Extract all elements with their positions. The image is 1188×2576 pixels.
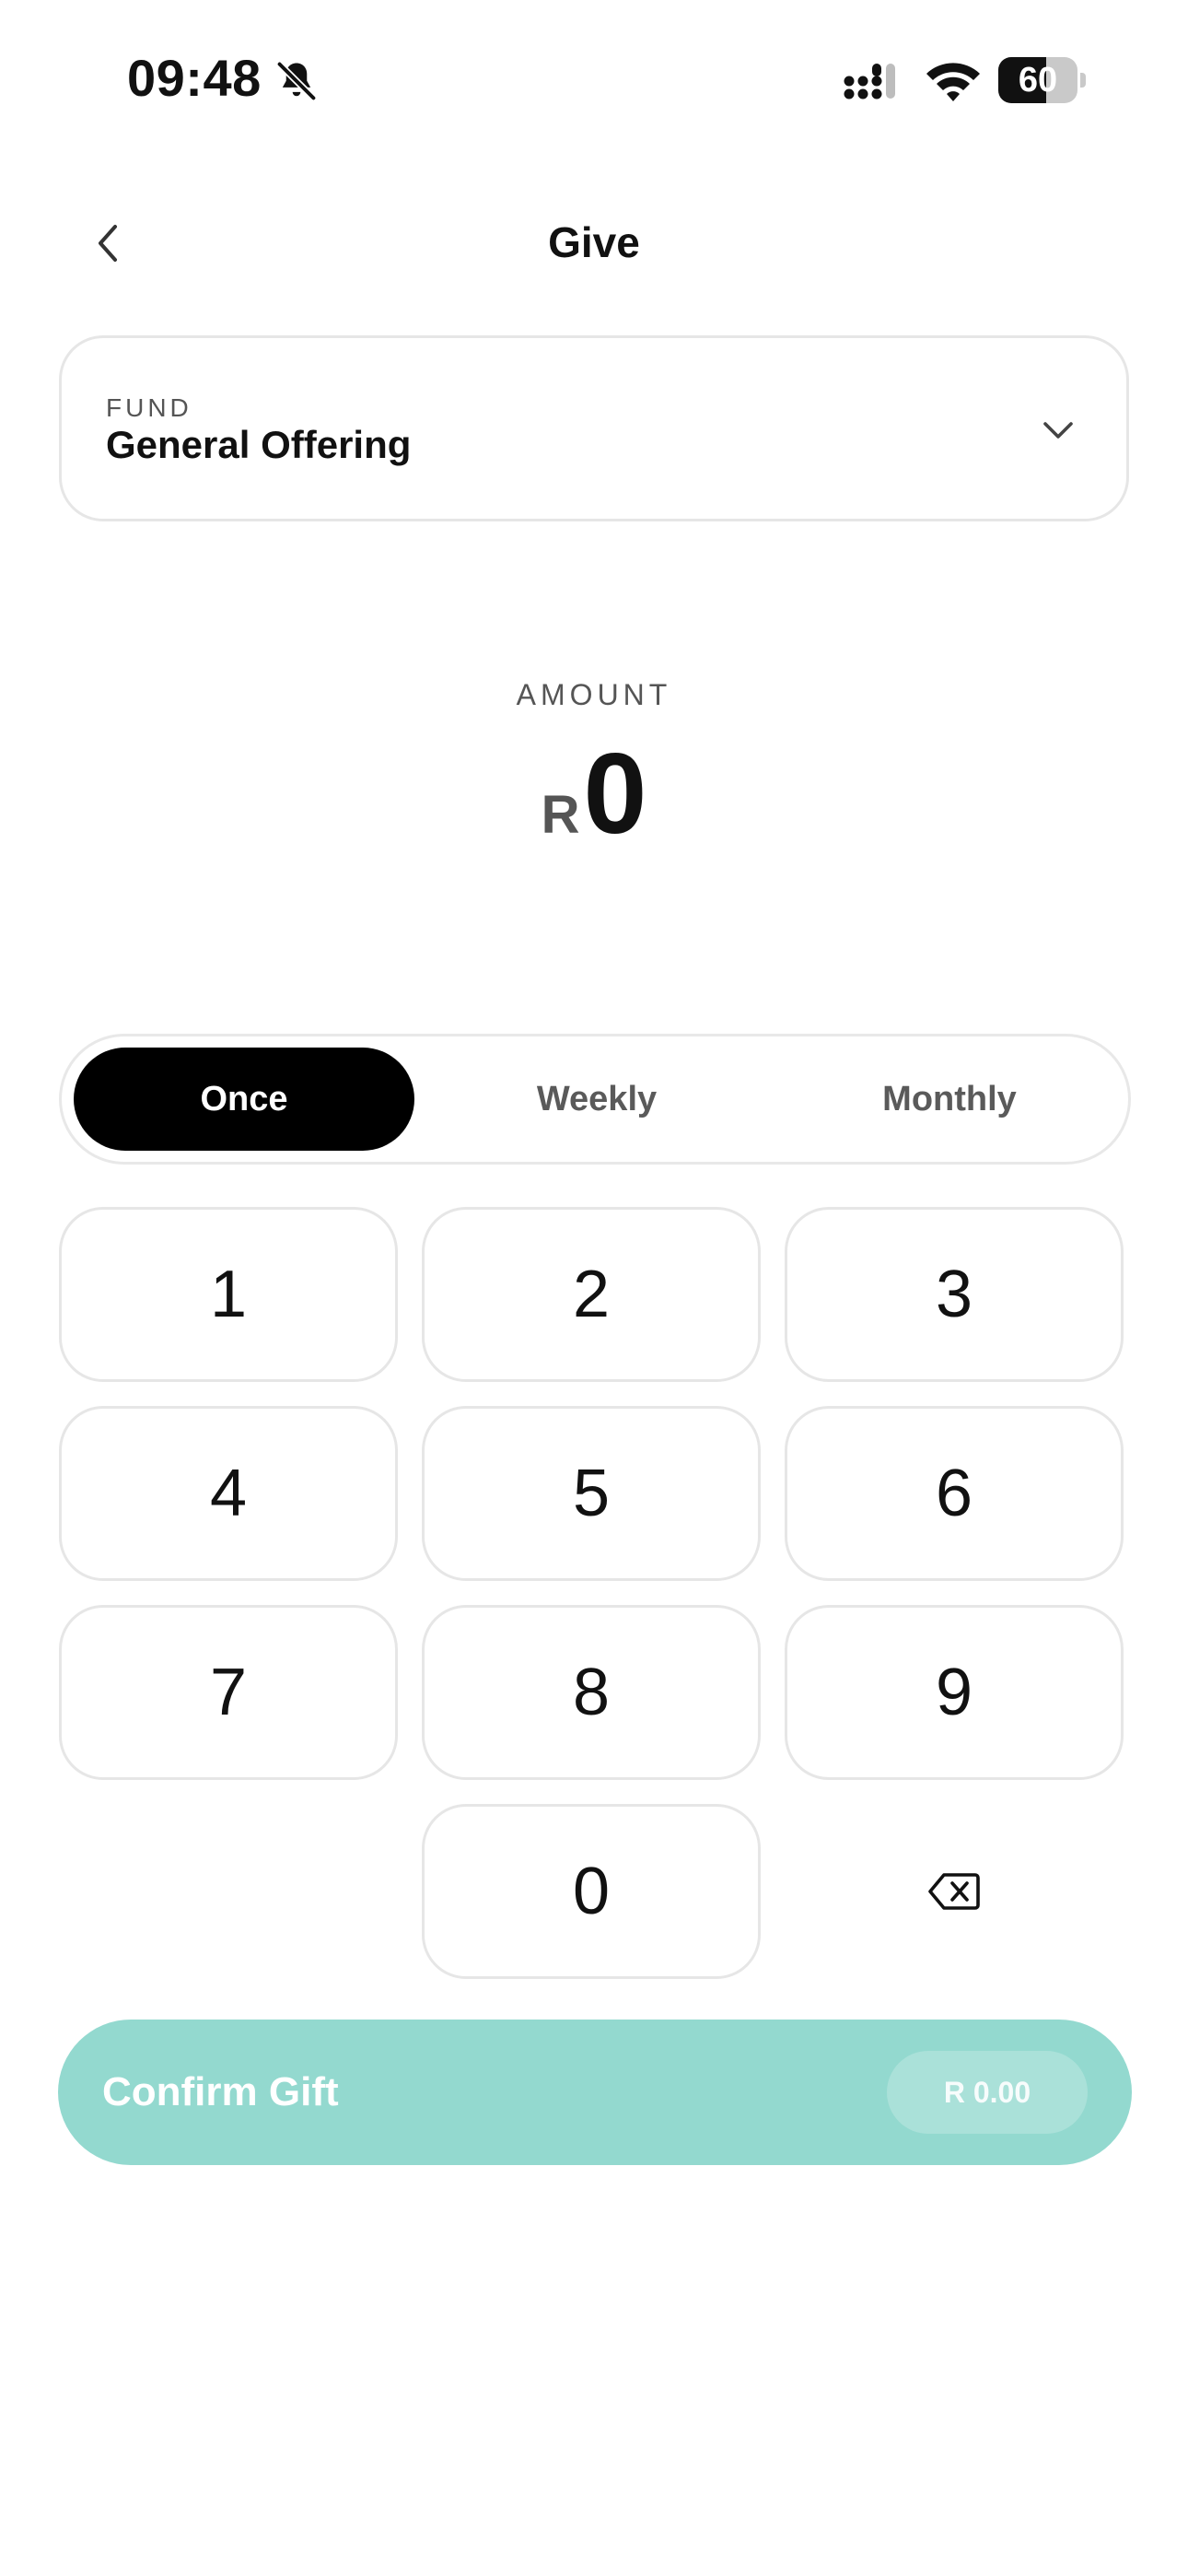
confirm-amount-badge: R 0.00 xyxy=(887,2051,1088,2134)
back-button[interactable] xyxy=(83,214,131,273)
confirm-gift-label: Confirm Gift xyxy=(102,2069,339,2114)
keypad-key-5[interactable]: 5 xyxy=(422,1406,761,1581)
amount-label: AMOUNT xyxy=(516,678,672,711)
cellular-signal-icon xyxy=(844,64,895,100)
page-title: Give xyxy=(548,218,640,266)
bell-slash-icon xyxy=(276,61,317,101)
keypad-key-3[interactable]: 3 xyxy=(785,1207,1124,1382)
keypad-key-4[interactable]: 4 xyxy=(59,1406,398,1581)
amount-display: R 0 xyxy=(0,737,1188,851)
fund-label: FUND xyxy=(106,393,192,422)
battery-level: 60 xyxy=(1018,61,1058,100)
frequency-once-option[interactable]: Once xyxy=(74,1048,414,1151)
amount-value: 0 xyxy=(583,731,647,858)
battery-icon: 60 xyxy=(998,57,1087,103)
keypad-key-9[interactable]: 9 xyxy=(785,1605,1124,1780)
fund-selector[interactable]: FUND General Offering xyxy=(59,335,1129,521)
keypad-key-2[interactable]: 2 xyxy=(422,1207,761,1382)
keypad-key-0[interactable]: 0 xyxy=(422,1804,761,1979)
keypad-key-8[interactable]: 8 xyxy=(422,1605,761,1780)
frequency-selector: Once Weekly Monthly xyxy=(59,1034,1131,1165)
keypad-key-7[interactable]: 7 xyxy=(59,1605,398,1780)
wifi-icon xyxy=(926,63,980,101)
confirm-gift-button[interactable]: Confirm Gift R 0.00 xyxy=(58,2020,1132,2165)
status-time: 09:48 xyxy=(127,49,262,107)
chevron-down-icon xyxy=(1043,422,1073,439)
keypad-key-1[interactable]: 1 xyxy=(59,1207,398,1382)
backspace-icon xyxy=(928,1873,980,1910)
frequency-weekly-option[interactable]: Weekly xyxy=(426,1048,767,1151)
backspace-button[interactable] xyxy=(785,1804,1124,1979)
frequency-monthly-option[interactable]: Monthly xyxy=(779,1048,1120,1151)
keypad-key-6[interactable]: 6 xyxy=(785,1406,1124,1581)
currency-symbol: R xyxy=(541,785,580,845)
chevron-left-icon xyxy=(99,225,117,262)
fund-value: General Offering xyxy=(106,423,412,466)
